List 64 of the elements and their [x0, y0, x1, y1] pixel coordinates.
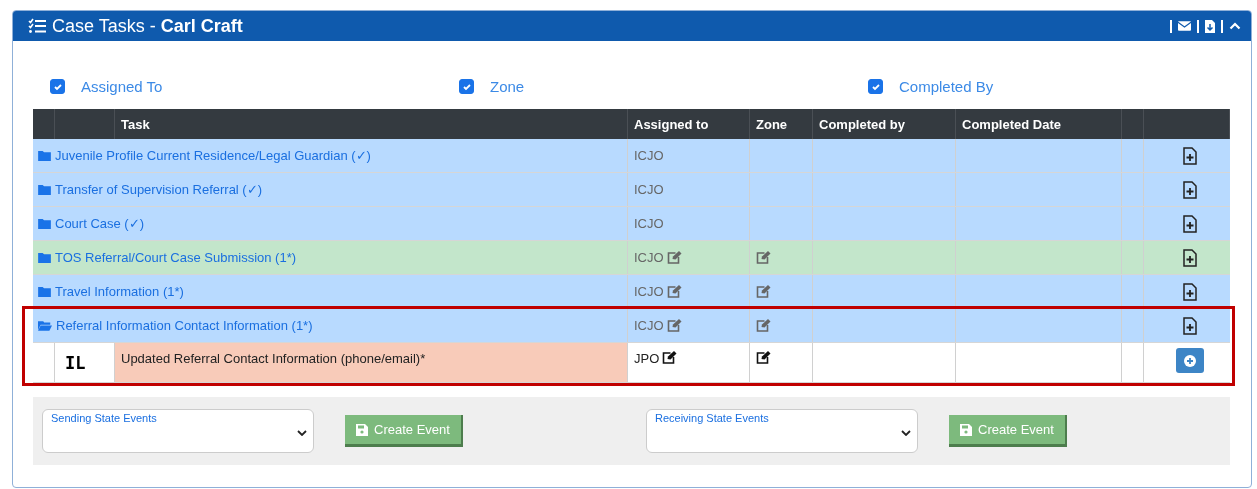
check-icon — [461, 81, 472, 92]
assigned-text: ICJO — [634, 148, 664, 163]
task-group-row[interactable]: Court Case (✓) ICJO — [33, 207, 1230, 241]
mail-icon[interactable] — [1178, 21, 1191, 31]
assigned-text: JPO — [634, 351, 660, 366]
task-list-icon — [28, 18, 46, 34]
download-icon[interactable] — [1205, 19, 1215, 33]
column-header: Zone — [756, 116, 788, 132]
task-cell: Updated Referral Contact Information (phone/email)* — [115, 343, 628, 382]
event-select[interactable]: Sending State Events — [42, 409, 314, 453]
save-icon — [356, 423, 369, 436]
collapse-icon[interactable] — [1229, 22, 1241, 30]
check-icon — [870, 81, 881, 92]
column-header: Assigned to — [634, 116, 709, 132]
assigned-text: ICJO — [634, 284, 664, 299]
column-header: Completed by — [819, 116, 905, 132]
folder-icon — [38, 286, 51, 297]
assigned-text: ICJO — [634, 182, 664, 197]
edit-icon[interactable] — [756, 351, 771, 364]
event-select[interactable]: Receiving State Events — [646, 409, 918, 453]
assigned-text: ICJO — [634, 318, 664, 333]
add-file-icon[interactable] — [1183, 180, 1197, 199]
task-group-link[interactable]: Transfer of Supervision Referral (✓) — [55, 182, 263, 197]
task-group-link[interactable]: Juvenile Profile Current Residence/Legal Guardian (✓) — [55, 148, 371, 163]
task-group-link[interactable]: Travel Information (1*) — [55, 284, 184, 299]
caret-icon — [297, 430, 307, 436]
task-group-row[interactable]: Referral Information Contact Information (1*) ICJO — [33, 309, 1230, 343]
assigned-text: ICJO — [634, 250, 664, 265]
task-group-link[interactable]: TOS Referral/Court Case Submission (1*) — [55, 250, 297, 265]
add-file-icon[interactable] — [1183, 214, 1197, 233]
add-file-icon[interactable] — [1183, 316, 1197, 335]
checkbox[interactable] — [459, 79, 474, 94]
add-file-icon[interactable] — [1183, 146, 1197, 165]
create-event-button[interactable]: Create Event — [949, 415, 1067, 447]
folder-icon — [38, 184, 51, 195]
open-folder-icon — [38, 320, 52, 331]
task-group-link[interactable]: Court Case (✓) — [55, 216, 145, 231]
task-group-row[interactable]: TOS Referral/Court Case Submission (1*) ICJO — [33, 241, 1230, 275]
task-group-row[interactable]: Travel Information (1*) ICJO — [33, 275, 1230, 309]
checkbox[interactable] — [868, 79, 883, 94]
edit-icon[interactable] — [662, 351, 678, 364]
create-event-button[interactable]: Create Event — [345, 415, 463, 447]
filter-label[interactable]: Completed By — [899, 78, 994, 95]
folder-icon — [38, 218, 51, 229]
filter-label[interactable]: Assigned To — [81, 78, 163, 95]
column-header: Completed Date — [962, 116, 1061, 132]
filter-label[interactable]: Zone — [490, 78, 525, 95]
task-group-row[interactable]: Transfer of Supervision Referral (✓) ICJO — [33, 173, 1230, 207]
check-icon — [52, 81, 63, 92]
add-file-icon[interactable] — [1183, 282, 1197, 301]
task-group-row[interactable]: Juvenile Profile Current Residence/Legal Guardian (✓) ICJO — [33, 139, 1230, 173]
save-icon — [960, 423, 973, 436]
panel-title: Case Tasks - Carl Craft — [52, 15, 243, 37]
add-button[interactable] — [1176, 348, 1204, 373]
state-code: IL — [64, 352, 86, 373]
checkbox[interactable] — [50, 79, 65, 94]
plus-circle-icon — [1184, 354, 1196, 367]
caret-icon — [901, 430, 911, 436]
folder-icon — [38, 150, 51, 161]
add-file-icon[interactable] — [1183, 248, 1197, 267]
folder-icon — [38, 252, 51, 263]
assigned-text: ICJO — [634, 216, 664, 231]
task-group-link[interactable]: Referral Information Contact Information (1*) — [56, 318, 313, 333]
column-header: Task — [121, 116, 150, 132]
